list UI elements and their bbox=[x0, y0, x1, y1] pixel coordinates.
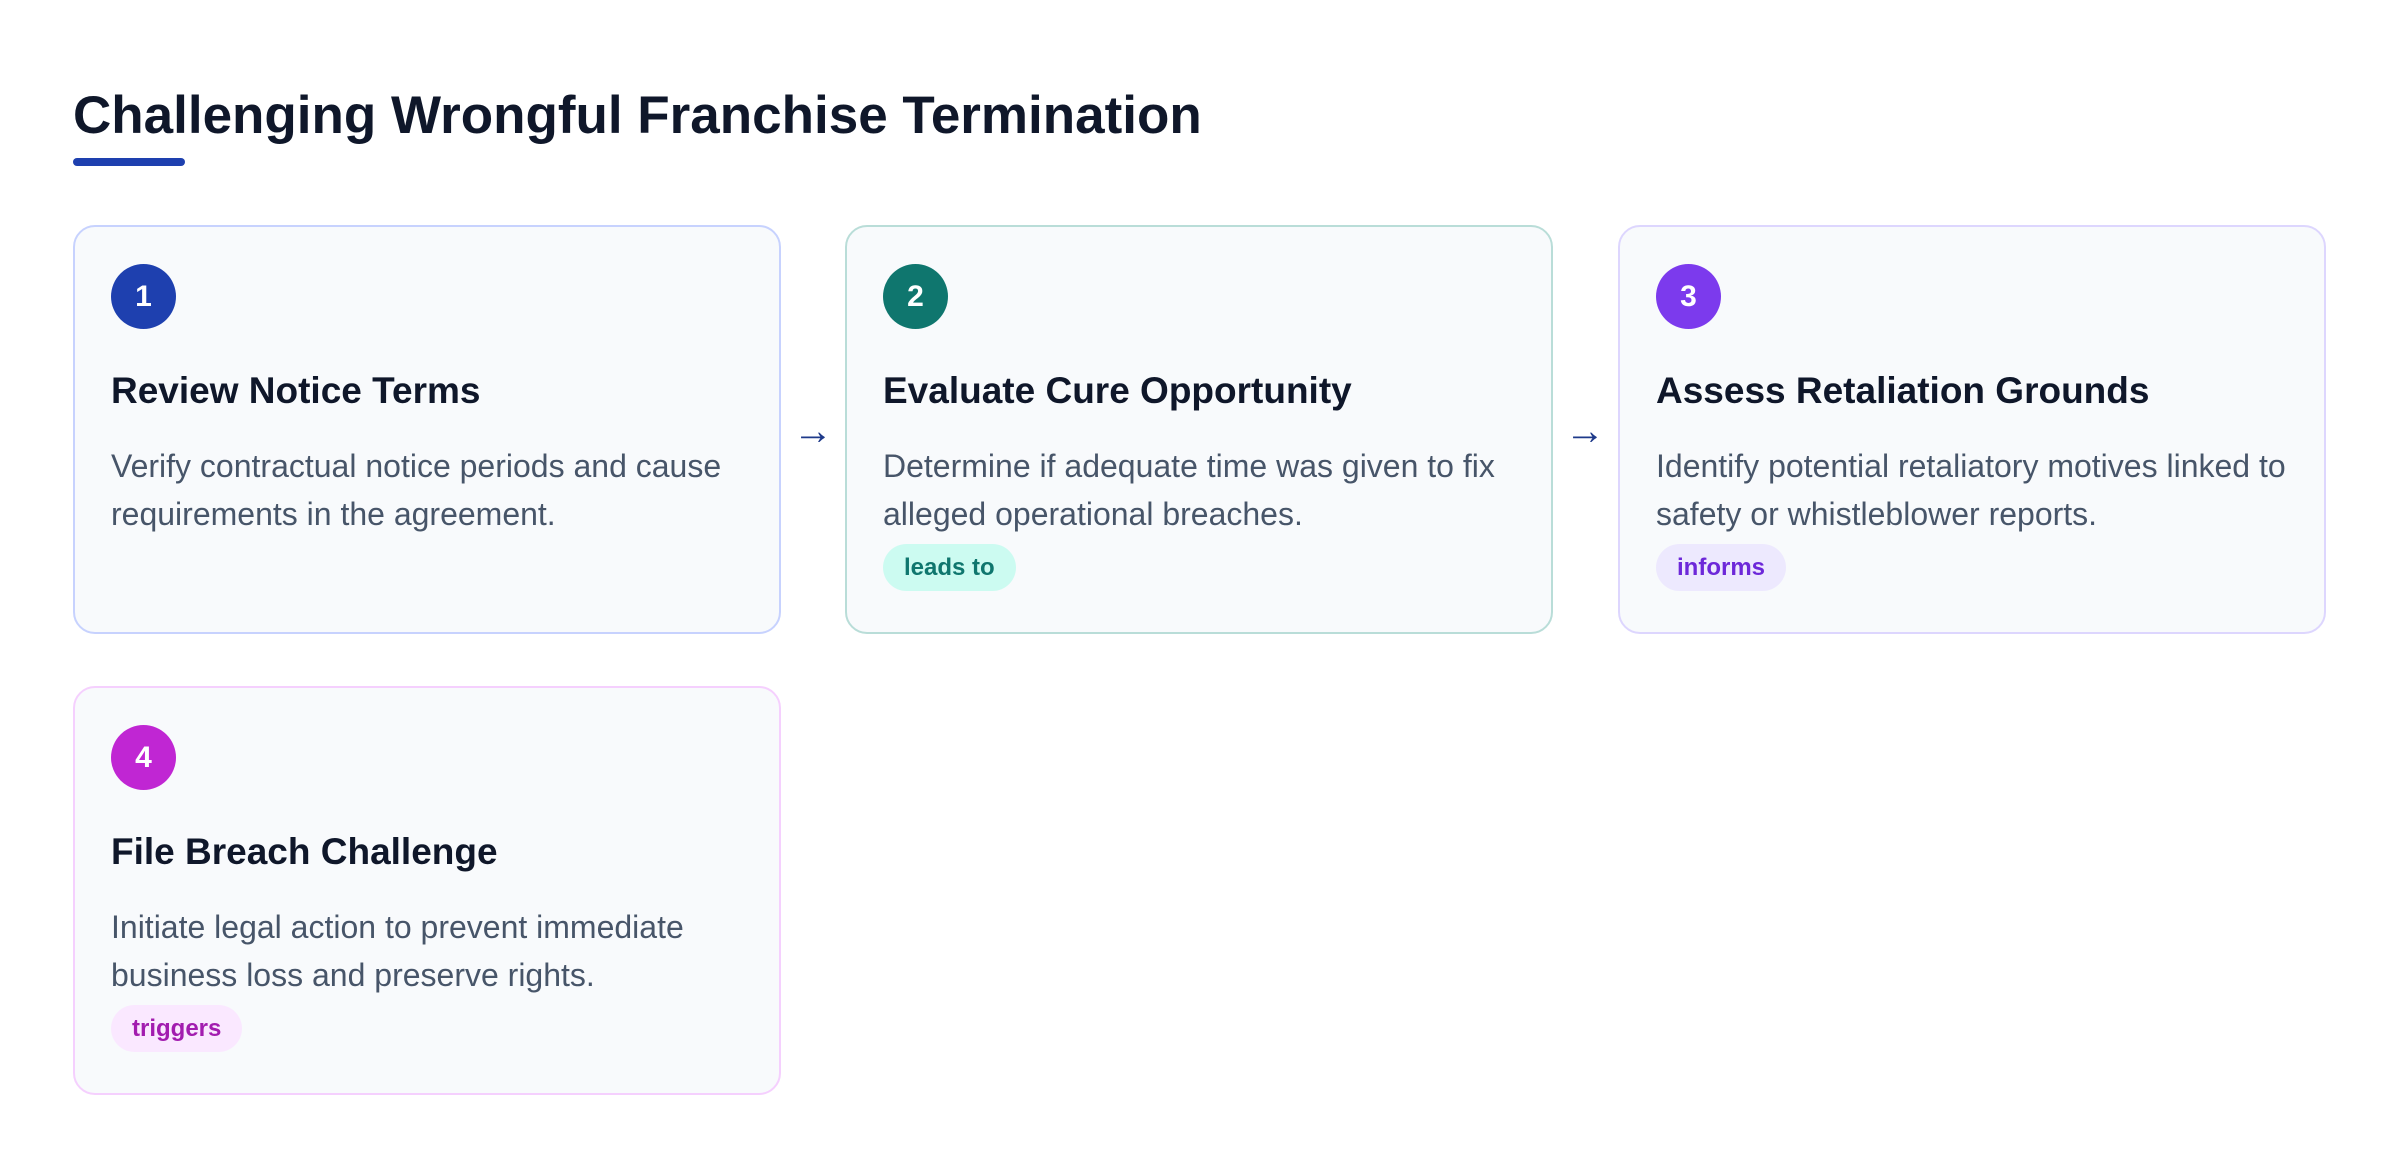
relation-tag: informs bbox=[1656, 544, 1787, 591]
step-card-3: 3 Assess Retaliation Grounds Identify po… bbox=[1618, 225, 2326, 634]
step-description: Identify potential retaliatory motives l… bbox=[1656, 448, 2286, 532]
step-title: Review Notice Terms bbox=[111, 370, 481, 411]
step-title: File Breach Challenge bbox=[111, 831, 498, 872]
step-description: Determine if adequate time was given to … bbox=[883, 448, 1495, 532]
step-title: Evaluate Cure Opportunity bbox=[883, 370, 1352, 411]
page-title: Challenging Wrongful Franchise Terminati… bbox=[73, 86, 1202, 145]
connector-arrow-1-2: → bbox=[793, 409, 833, 453]
step-number-badge: 1 bbox=[111, 264, 176, 329]
step-number-badge: 2 bbox=[883, 264, 948, 329]
step-number-badge: 3 bbox=[1656, 264, 1721, 329]
step-title: Assess Retaliation Grounds bbox=[1656, 370, 2150, 411]
relation-tag: triggers bbox=[111, 1005, 243, 1052]
step-description: Verify contractual notice periods and ca… bbox=[111, 448, 722, 532]
connector-arrow-2-3: → bbox=[1565, 409, 1605, 453]
diagram-page: Challenging Wrongful Franchise Terminati… bbox=[73, 84, 2333, 1095]
step-description: Initiate legal action to prevent immedia… bbox=[111, 909, 684, 993]
step-card-4: 4 File Breach Challenge Initiate legal a… bbox=[73, 686, 781, 1095]
step-card-1: 1 Review Notice Terms Verify contractual… bbox=[73, 225, 781, 634]
step-number-badge: 4 bbox=[111, 725, 176, 790]
relation-tag: leads to bbox=[883, 544, 1016, 591]
step-card-2: 2 Evaluate Cure Opportunity Determine if… bbox=[845, 225, 1553, 634]
title-underline bbox=[73, 158, 185, 166]
